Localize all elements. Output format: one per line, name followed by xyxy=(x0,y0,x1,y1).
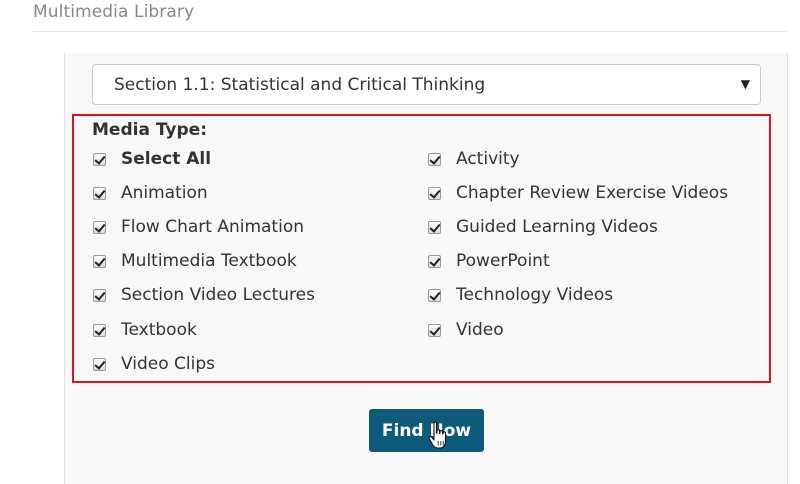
multimedia-textbook-checkbox[interactable] xyxy=(93,254,106,268)
media-type-label: Media Type: xyxy=(92,120,207,140)
option-label: PowerPoint xyxy=(456,251,550,271)
option-label: Chapter Review Exercise Videos xyxy=(456,183,729,203)
section-select-value: Section 1.1: Statistical and Critical Th… xyxy=(114,75,486,95)
option-select-all[interactable]: Select All xyxy=(93,147,211,171)
textbook-checkbox[interactable] xyxy=(93,323,106,337)
option-textbook[interactable]: Textbook xyxy=(93,318,197,342)
hand-pointer-icon xyxy=(428,421,447,449)
option-label: Video Clips xyxy=(121,354,215,374)
page-title: Multimedia Library xyxy=(33,2,195,22)
option-video-clips[interactable]: Video Clips xyxy=(93,352,215,376)
option-flow-chart-animation[interactable]: Flow Chart Animation xyxy=(93,215,304,239)
option-powerpoint[interactable]: PowerPoint xyxy=(428,249,550,273)
option-video[interactable]: Video xyxy=(428,318,504,342)
select-all-checkbox[interactable] xyxy=(93,152,106,166)
option-guided-learning-videos[interactable]: Guided Learning Videos xyxy=(428,215,658,239)
powerpoint-checkbox[interactable] xyxy=(428,254,441,268)
option-label: Guided Learning Videos xyxy=(456,217,658,237)
animation-checkbox[interactable] xyxy=(93,186,106,200)
video-checkbox[interactable] xyxy=(428,323,441,337)
option-technology-videos[interactable]: Technology Videos xyxy=(428,283,613,307)
option-label: Flow Chart Animation xyxy=(121,217,304,237)
option-label: Video xyxy=(456,320,504,340)
option-label: Activity xyxy=(456,149,520,169)
caret-down-icon: ▼ xyxy=(740,77,750,91)
flow-chart-animation-checkbox[interactable] xyxy=(93,220,106,234)
section-select[interactable]: Section 1.1: Statistical and Critical Th… xyxy=(92,64,761,105)
guided-learning-videos-checkbox[interactable] xyxy=(428,220,441,234)
chapter-review-exercise-videos-checkbox[interactable] xyxy=(428,186,441,200)
find-now-button[interactable]: Find Now xyxy=(369,409,484,452)
option-animation[interactable]: Animation xyxy=(93,181,208,205)
option-label: Select All xyxy=(121,149,212,169)
activity-checkbox[interactable] xyxy=(428,152,441,166)
option-label: Textbook xyxy=(121,320,197,340)
option-label: Technology Videos xyxy=(456,285,614,305)
option-multimedia-textbook[interactable]: Multimedia Textbook xyxy=(93,249,297,273)
option-label: Animation xyxy=(121,183,208,203)
video-clips-checkbox[interactable] xyxy=(93,357,106,371)
option-section-video-lectures[interactable]: Section Video Lectures xyxy=(93,283,315,307)
title-divider xyxy=(33,31,788,32)
option-chapter-review-exercise-videos[interactable]: Chapter Review Exercise Videos xyxy=(428,181,728,205)
section-video-lectures-checkbox[interactable] xyxy=(93,288,106,302)
option-activity[interactable]: Activity xyxy=(428,147,520,171)
option-label: Section Video Lectures xyxy=(121,285,315,305)
option-label: Multimedia Textbook xyxy=(121,251,297,271)
technology-videos-checkbox[interactable] xyxy=(428,288,441,302)
